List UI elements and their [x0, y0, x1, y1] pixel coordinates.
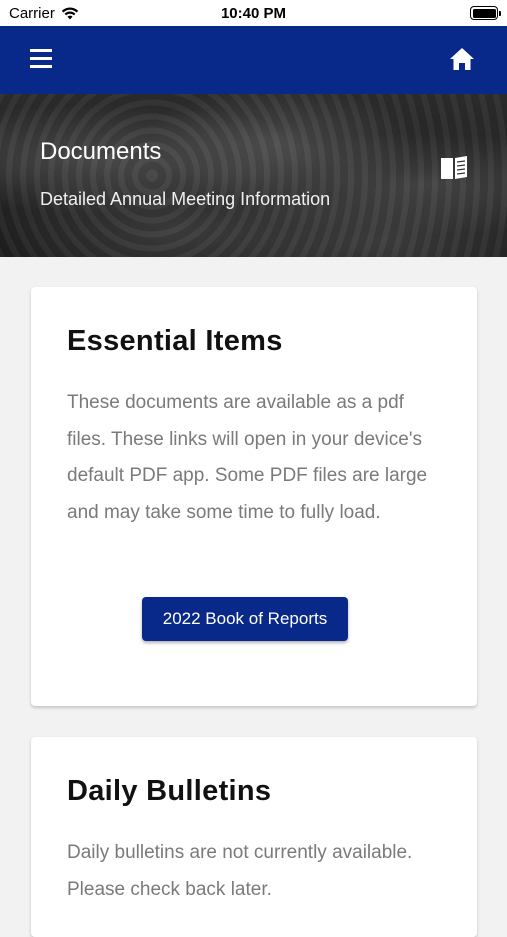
status-bar: Carrier 10:40 PM	[0, 0, 507, 26]
hamburger-menu-icon[interactable]	[30, 49, 60, 73]
page-subtitle: Detailed Annual Meeting Information	[40, 189, 331, 209]
daily-bulletins-card: Daily Bulletins Daily bulletins are not …	[31, 737, 477, 937]
book-icon	[441, 156, 467, 179]
card-title: Essential Items	[67, 325, 283, 357]
home-icon[interactable]	[447, 46, 477, 74]
book-of-reports-button[interactable]: 2022 Book of Reports	[142, 597, 348, 641]
status-time: 10:40 PM	[220, 5, 287, 22]
card-body: Daily bulletins are not currently availa…	[67, 842, 413, 900]
page-title: Documents	[40, 138, 162, 165]
app-header	[0, 26, 507, 94]
card-body: These documents are available as a pdf f…	[67, 392, 428, 523]
battery-icon	[470, 6, 501, 20]
essential-items-card: Essential Items These documents are avai…	[31, 287, 477, 706]
card-title: Daily Bulletins	[67, 775, 272, 807]
hero-banner: Documents Detailed Annual Meeting Inform…	[0, 94, 507, 257]
